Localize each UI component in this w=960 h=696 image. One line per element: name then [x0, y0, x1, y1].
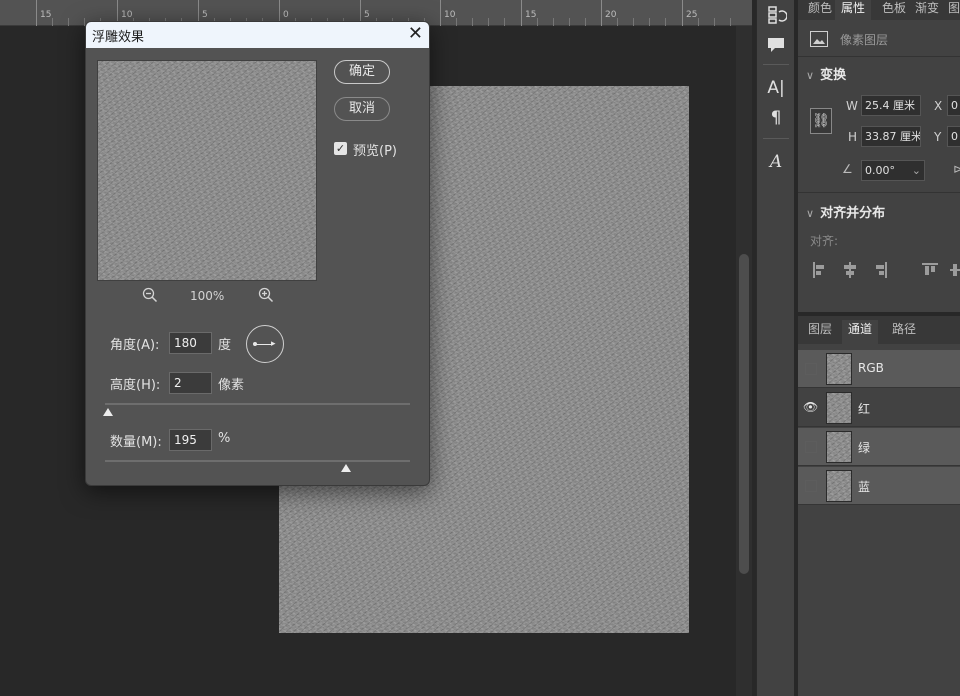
comment-icon[interactable] — [763, 34, 789, 58]
flip-icon[interactable]: ⊳ — [953, 162, 960, 176]
ruler-label: 20 — [605, 10, 617, 20]
width-field[interactable]: 25.4 厘米 — [861, 95, 921, 116]
layers-tabs: 图层 通道 路径 — [798, 316, 960, 344]
channel-row-green[interactable]: 绿 — [798, 428, 960, 466]
height-field[interactable]: 33.87 厘米 — [861, 126, 921, 147]
align-top-icon[interactable] — [922, 262, 938, 278]
paragraph-icon[interactable]: ¶ — [763, 106, 789, 130]
ruler-label: 25 — [686, 10, 698, 20]
canvas-scrollbar[interactable] — [736, 26, 752, 696]
height-label: 高度(H): — [110, 378, 161, 393]
layer-type-label: 像素图层 — [840, 33, 889, 47]
align-right-icon[interactable] — [872, 262, 888, 278]
x-field[interactable]: 0 — [947, 95, 960, 116]
emboss-dialog: 浮雕效果 ✕ 确定 取消 ✓ 预览(P) 100% 角度(A): 180 度 ▸… — [85, 21, 430, 486]
pixel-layer-icon — [810, 31, 828, 47]
channel-thumbnail — [826, 392, 852, 424]
tab-swatches[interactable]: 色板 — [876, 0, 912, 20]
visibility-toggle[interactable] — [805, 441, 817, 453]
angle-dial[interactable]: ▸ — [246, 325, 284, 363]
ruler-label: 15 — [525, 10, 537, 20]
history-icon[interactable] — [763, 4, 789, 28]
ruler-label: 5 — [202, 10, 208, 20]
height-label: H — [848, 130, 858, 144]
properties-panel: 颜色 属性 色板 渐变 图 像素图层 ∨ 变换 ⛓ W 25.4 厘米 X 0 H… — [798, 0, 960, 312]
channel-row-red[interactable]: 👁 红 — [798, 389, 960, 427]
tab-patterns[interactable]: 图 — [942, 0, 960, 20]
angle-label: 角度(A): — [110, 338, 160, 353]
channel-name: 红 — [858, 402, 871, 416]
tab-gradients[interactable]: 渐变 — [909, 0, 945, 20]
cancel-button[interactable]: 取消 — [334, 97, 390, 121]
width-label: W — [846, 99, 858, 113]
ruler-label: 5 — [364, 10, 370, 20]
height-slider-track[interactable] — [105, 403, 410, 405]
channel-name: 绿 — [858, 441, 871, 455]
eye-icon[interactable]: 👁 — [803, 400, 818, 414]
visibility-toggle[interactable] — [805, 363, 817, 375]
tab-layers[interactable]: 图层 — [802, 320, 838, 344]
align-sublabel: 对齐: — [810, 234, 839, 248]
y-field[interactable]: 0 — [947, 126, 960, 147]
height-input[interactable]: 2 — [169, 372, 212, 394]
ruler-label: 15 — [40, 10, 52, 20]
tab-channels[interactable]: 通道 — [842, 320, 879, 344]
channel-thumbnail — [826, 353, 852, 385]
height-unit: 像素 — [218, 378, 245, 393]
tab-properties[interactable]: 属性 — [835, 0, 872, 20]
panel-icon-strip: A| ¶ A — [756, 0, 794, 696]
height-slider-thumb[interactable] — [103, 408, 114, 416]
amount-unit: % — [218, 431, 231, 446]
x-label: X — [934, 99, 943, 113]
properties-tabs: 颜色 属性 色板 渐变 图 — [798, 0, 960, 20]
align-section-header[interactable]: ∨ 对齐并分布 — [806, 202, 885, 221]
channel-name: 蓝 — [858, 480, 871, 494]
align-vertical-center-icon[interactable] — [950, 262, 960, 278]
angle-icon: ∠ — [842, 162, 853, 176]
chevron-down-icon: ∨ — [806, 69, 815, 82]
rotation-angle-field[interactable]: 0.00° ⌄ — [861, 160, 925, 181]
character-icon[interactable]: A| — [763, 76, 789, 100]
angle-unit: 度 — [218, 338, 232, 353]
preview-checkbox-label[interactable]: 预览(P) — [353, 140, 397, 159]
tab-paths[interactable]: 路径 — [886, 320, 922, 344]
channel-name: RGB — [858, 361, 884, 375]
zoom-out-icon[interactable] — [142, 287, 158, 307]
ok-button[interactable]: 确定 — [334, 60, 390, 84]
amount-slider-track[interactable] — [105, 460, 410, 462]
tab-color[interactable]: 颜色 — [802, 0, 838, 20]
zoom-level: 100% — [190, 289, 225, 303]
dialog-titlebar[interactable]: 浮雕效果 ✕ — [86, 22, 429, 48]
link-dimensions-icon[interactable]: ⛓ — [810, 108, 832, 134]
preview-checkbox[interactable]: ✓ — [334, 142, 347, 155]
ruler-label: 10 — [444, 10, 456, 20]
angle-input[interactable]: 180 — [169, 332, 212, 354]
zoom-in-icon[interactable] — [258, 287, 274, 307]
ruler-label: 10 — [121, 10, 133, 20]
align-horizontal-center-icon[interactable] — [842, 262, 858, 278]
y-label: Y — [934, 130, 942, 144]
channel-thumbnail — [826, 431, 852, 463]
amount-label: 数量(M): — [110, 435, 162, 450]
dialog-title: 浮雕效果 — [92, 30, 145, 45]
chevron-down-icon: ∨ — [806, 207, 815, 220]
filter-preview[interactable] — [97, 60, 317, 281]
amount-slider-thumb[interactable] — [340, 464, 351, 472]
close-icon[interactable]: ✕ — [408, 23, 423, 44]
channel-thumbnail — [826, 470, 852, 502]
scrollbar-thumb[interactable] — [739, 254, 749, 574]
channel-row-blue[interactable]: 蓝 — [798, 467, 960, 505]
ruler-label: 0 — [283, 10, 289, 20]
channels-panel: 图层 通道 路径 RGB 👁 红 绿 蓝 — [798, 316, 960, 696]
align-left-icon[interactable] — [812, 262, 828, 278]
amount-input[interactable]: 195 — [169, 429, 212, 451]
channel-row-rgb[interactable]: RGB — [798, 350, 960, 388]
chevron-down-icon[interactable]: ⌄ — [912, 161, 921, 180]
visibility-toggle[interactable] — [805, 480, 817, 492]
transform-section-header[interactable]: ∨ 变换 — [806, 64, 846, 83]
glyphs-icon[interactable]: A — [763, 150, 789, 174]
